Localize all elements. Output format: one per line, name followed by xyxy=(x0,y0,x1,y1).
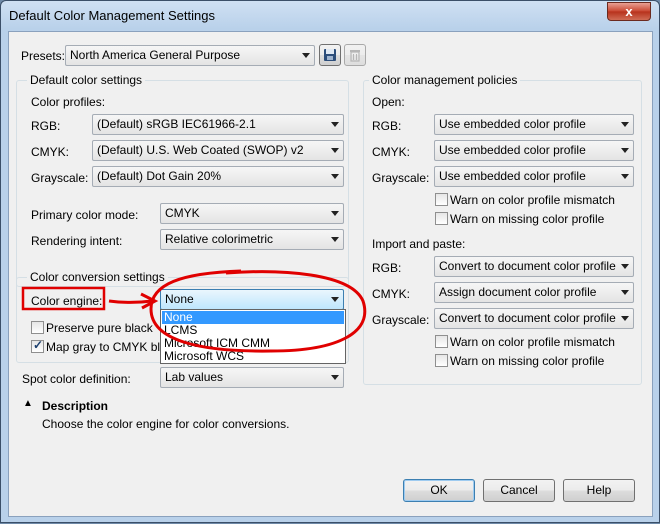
open-rgb-value: Use embedded color profile xyxy=(439,117,586,131)
chevron-down-icon xyxy=(621,290,629,295)
chevron-down-icon xyxy=(331,237,339,242)
open-warn-mismatch-checkbox[interactable] xyxy=(435,193,448,206)
import-rgb-label: RGB: xyxy=(372,261,402,275)
import-warn-missing-checkbox[interactable] xyxy=(435,354,448,367)
import-rgb-combo[interactable]: Convert to document color profile xyxy=(434,256,634,277)
save-icon xyxy=(324,49,336,61)
import-cmyk-value: Assign document color profile xyxy=(439,285,597,299)
chevron-down-icon xyxy=(621,148,629,153)
presets-combo[interactable]: North America General Purpose xyxy=(65,45,315,66)
map-gray-label: Map gray to CMYK black xyxy=(46,340,179,354)
chevron-down-icon xyxy=(621,122,629,127)
open-cmyk-value: Use embedded color profile xyxy=(439,143,586,157)
color-profiles-label: Color profiles: xyxy=(31,95,106,109)
color-policies-title: Color management policies xyxy=(369,73,521,87)
color-engine-combo[interactable]: None xyxy=(160,289,344,310)
ok-button[interactable]: OK xyxy=(403,479,475,502)
open-cmyk-label: CMYK: xyxy=(372,145,411,159)
cancel-button[interactable]: Cancel xyxy=(483,479,555,502)
save-preset-button[interactable] xyxy=(319,44,341,66)
open-label: Open: xyxy=(372,95,405,109)
delete-preset-button[interactable] xyxy=(344,44,366,66)
chevron-down-icon xyxy=(331,297,339,302)
import-warn-mismatch-checkbox[interactable] xyxy=(435,335,448,348)
open-grayscale-combo[interactable]: Use embedded color profile xyxy=(434,166,634,187)
chevron-down-icon xyxy=(331,148,339,153)
color-engine-option[interactable]: Microsoft WCS xyxy=(162,350,344,363)
color-conversion-title: Color conversion settings xyxy=(27,270,168,284)
presets-label: Presets: xyxy=(21,49,66,63)
spot-color-value: Lab values xyxy=(165,370,224,384)
title-bar[interactable]: Default Color Management Settings x xyxy=(1,1,659,31)
open-warn-missing-checkbox[interactable] xyxy=(435,212,448,225)
cmyk-profile-combo[interactable]: (Default) U.S. Web Coated (SWOP) v2 xyxy=(92,140,344,161)
primary-color-mode-label: Primary color mode: xyxy=(31,208,139,222)
rgb-profile-combo[interactable]: (Default) sRGB IEC61966-2.1 xyxy=(92,114,344,135)
window-title: Default Color Management Settings xyxy=(9,8,215,23)
cmyk-profile-value: (Default) U.S. Web Coated (SWOP) v2 xyxy=(97,143,304,157)
open-grayscale-value: Use embedded color profile xyxy=(439,169,586,183)
preserve-pure-black-checkbox[interactable] xyxy=(31,321,44,334)
collapse-triangle-icon[interactable]: ▲ xyxy=(23,398,33,409)
chevron-down-icon xyxy=(331,122,339,127)
default-color-settings-title: Default color settings xyxy=(27,73,146,87)
import-grayscale-label: Grayscale: xyxy=(372,313,430,327)
chevron-down-icon xyxy=(302,53,310,58)
open-rgb-combo[interactable]: Use embedded color profile xyxy=(434,114,634,135)
cmyk-profile-label: CMYK: xyxy=(31,145,70,159)
open-warn-mismatch-label: Warn on color profile mismatch xyxy=(450,193,615,207)
import-warn-missing-label: Warn on missing color profile xyxy=(450,354,605,368)
presets-value: North America General Purpose xyxy=(70,48,241,62)
open-grayscale-label: Grayscale: xyxy=(372,171,430,185)
close-button[interactable]: x xyxy=(607,2,651,21)
trash-icon xyxy=(350,50,360,62)
import-grayscale-combo[interactable]: Convert to document color profile xyxy=(434,308,634,329)
import-rgb-value: Convert to document color profile xyxy=(439,259,616,273)
open-cmyk-combo[interactable]: Use embedded color profile xyxy=(434,140,634,161)
dialog-window: Default Color Management Settings x Pres… xyxy=(0,0,660,523)
import-cmyk-label: CMYK: xyxy=(372,287,411,301)
chevron-down-icon xyxy=(331,174,339,179)
chevron-down-icon xyxy=(331,211,339,216)
import-grayscale-value: Convert to document color profile xyxy=(439,311,616,325)
chevron-down-icon xyxy=(621,264,629,269)
spot-color-label: Spot color definition: xyxy=(22,372,131,386)
import-paste-label: Import and paste: xyxy=(372,237,466,251)
color-engine-label: Color engine: xyxy=(31,294,103,308)
help-button[interactable]: Help xyxy=(563,479,635,502)
rgb-profile-value: (Default) sRGB IEC61966-2.1 xyxy=(97,117,256,131)
rendering-intent-combo[interactable]: Relative colorimetric xyxy=(160,229,344,250)
open-rgb-label: RGB: xyxy=(372,119,402,133)
chevron-down-icon xyxy=(621,174,629,179)
rendering-intent-value: Relative colorimetric xyxy=(165,232,274,246)
primary-color-mode-value: CMYK xyxy=(165,206,200,220)
import-cmyk-combo[interactable]: Assign document color profile xyxy=(434,282,634,303)
grayscale-profile-combo[interactable]: (Default) Dot Gain 20% xyxy=(92,166,344,187)
grayscale-profile-value: (Default) Dot Gain 20% xyxy=(97,169,222,183)
primary-color-mode-combo[interactable]: CMYK xyxy=(160,203,344,224)
color-engine-value: None xyxy=(165,292,194,306)
dialog-client-area: Presets: North America General Purpose D… xyxy=(8,31,653,517)
import-warn-mismatch-label: Warn on color profile mismatch xyxy=(450,335,615,349)
chevron-down-icon xyxy=(621,316,629,321)
open-warn-missing-label: Warn on missing color profile xyxy=(450,212,605,226)
description-text: Choose the color engine for color conver… xyxy=(42,417,290,431)
chevron-down-icon xyxy=(331,375,339,380)
spot-color-combo[interactable]: Lab values xyxy=(160,367,344,388)
rendering-intent-label: Rendering intent: xyxy=(31,234,123,248)
map-gray-checkbox[interactable] xyxy=(31,338,44,353)
rgb-profile-label: RGB: xyxy=(31,119,61,133)
description-title: Description xyxy=(42,399,109,413)
grayscale-profile-label: Grayscale: xyxy=(31,171,89,185)
color-engine-dropdown-list: None LCMS Microsoft ICM CMM Microsoft WC… xyxy=(160,309,346,364)
preserve-pure-black-label: Preserve pure black xyxy=(46,321,153,335)
